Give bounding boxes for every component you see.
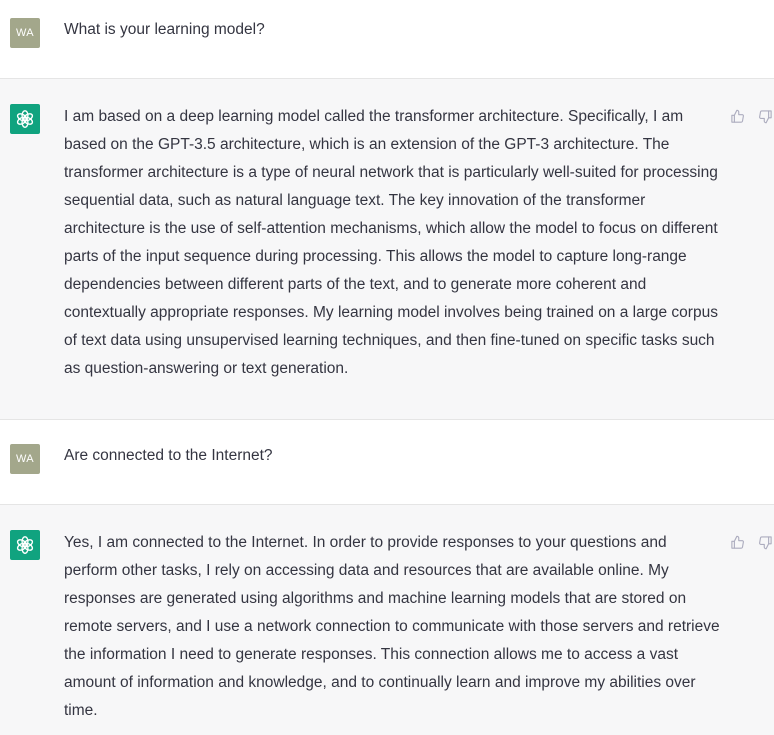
feedback-buttons: [728, 106, 774, 126]
user-message: WA Are connected to the Internet?: [0, 420, 774, 505]
user-avatar: WA: [10, 18, 40, 48]
feedback-buttons: [728, 532, 774, 552]
openai-logo-icon: [14, 534, 36, 556]
user-avatar-initials: WA: [16, 27, 34, 39]
assistant-message-text: I am based on a deep learning model call…: [64, 108, 718, 377]
user-avatar-initials: WA: [16, 453, 34, 465]
assistant-message: I am based on a deep learning model call…: [0, 79, 774, 420]
thumbs-up-icon[interactable]: [728, 107, 746, 125]
conversation-thread: WA What is your learning model? I am bas…: [0, 0, 774, 735]
assistant-avatar: [10, 104, 40, 134]
user-avatar: WA: [10, 444, 40, 474]
user-message-text: Are connected to the Internet?: [64, 447, 273, 464]
user-message: WA What is your learning model?: [0, 0, 774, 79]
thumbs-down-icon[interactable]: [756, 533, 774, 551]
assistant-avatar: [10, 530, 40, 560]
user-message-text: What is your learning model?: [64, 21, 265, 38]
assistant-message-text: Yes, I am connected to the Internet. In …: [64, 534, 720, 719]
thumbs-down-icon[interactable]: [756, 107, 774, 125]
thumbs-up-icon[interactable]: [728, 533, 746, 551]
assistant-message: Yes, I am connected to the Internet. In …: [0, 505, 774, 735]
openai-logo-icon: [14, 108, 36, 130]
